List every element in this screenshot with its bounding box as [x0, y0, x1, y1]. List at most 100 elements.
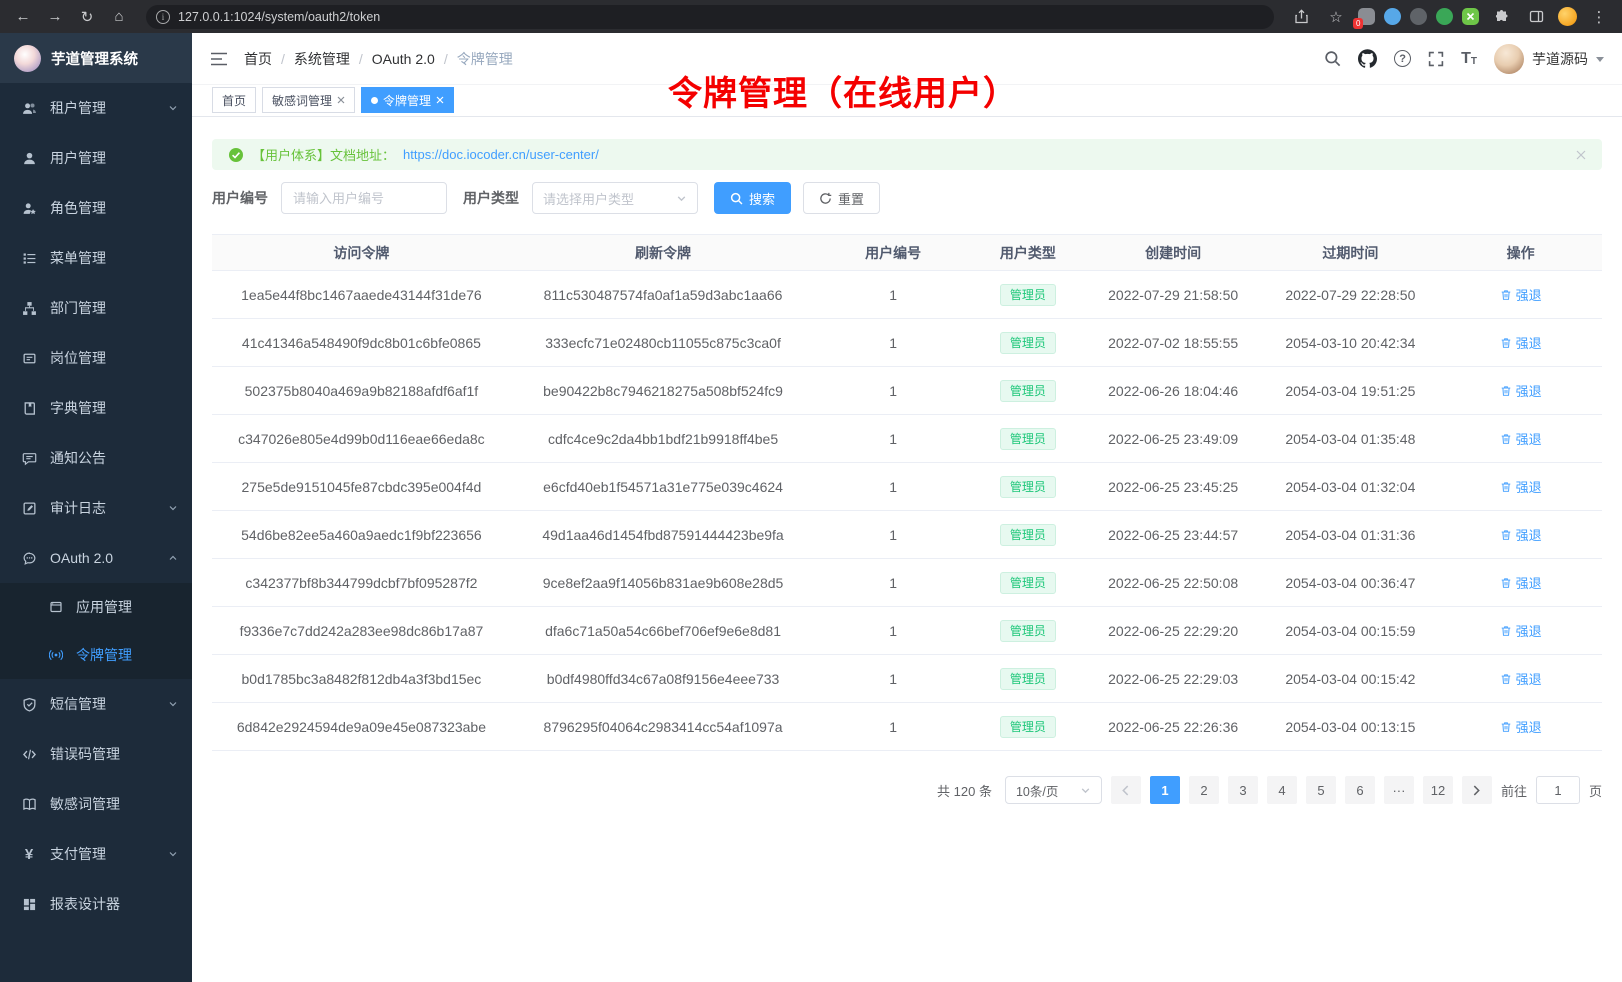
- search-button[interactable]: 搜索: [714, 182, 791, 214]
- extension-icon-3[interactable]: [1410, 8, 1427, 25]
- force-logout-label: 强退: [1516, 573, 1542, 592]
- address-bar[interactable]: i 127.0.0.1:1024/system/oauth2/token: [146, 5, 1274, 29]
- github-icon[interactable]: [1358, 49, 1377, 68]
- doc-alert: 【用户体系】文档地址： https://doc.iocoder.cn/user-…: [212, 139, 1602, 170]
- sidebar-item-oauth-token[interactable]: 令牌管理: [0, 631, 192, 679]
- user-type-select[interactable]: 请选择用户类型: [532, 182, 698, 214]
- extension-icon-4[interactable]: [1436, 8, 1453, 25]
- page-button-3[interactable]: 3: [1228, 776, 1258, 804]
- user-type-label: 用户类型: [463, 188, 519, 208]
- browser-reload-icon[interactable]: ↻: [74, 5, 100, 29]
- chevron-down-icon: [1080, 785, 1091, 796]
- alert-text: 【用户体系】文档地址：: [252, 145, 395, 164]
- user-type-badge: 管理员: [1000, 332, 1056, 354]
- side-panel-icon[interactable]: [1523, 5, 1549, 29]
- sidebar-item-menu[interactable]: 菜单管理: [0, 233, 192, 283]
- extension-icon-2[interactable]: [1384, 8, 1401, 25]
- user-icon: [21, 150, 37, 166]
- sidebar-item-sms[interactable]: 短信管理: [0, 679, 192, 729]
- help-icon[interactable]: ?: [1394, 50, 1411, 67]
- user-menu[interactable]: 芋道源码: [1494, 44, 1604, 74]
- force-logout-button[interactable]: 强退: [1500, 285, 1542, 304]
- goto-page-input[interactable]: [1536, 776, 1580, 804]
- force-logout-button[interactable]: 强退: [1500, 333, 1542, 352]
- force-logout-label: 强退: [1516, 717, 1542, 736]
- reset-button-label: 重置: [838, 189, 864, 208]
- page-button-2[interactable]: 2: [1189, 776, 1219, 804]
- refresh-token-cell: e6cfd40eb1f54571a31e775e039c4624: [511, 479, 815, 495]
- refresh-token-cell: 333ecfc71e02480cb11055c875c3ca0f: [511, 335, 815, 351]
- sidebar-item-label: 应用管理: [76, 597, 178, 617]
- sidebar-item-user[interactable]: 用户管理: [0, 133, 192, 183]
- browser-forward-icon[interactable]: →: [42, 5, 68, 29]
- force-logout-button[interactable]: 强退: [1500, 621, 1542, 640]
- page-button-4[interactable]: 4: [1267, 776, 1297, 804]
- share-icon[interactable]: [1288, 5, 1314, 29]
- reset-button[interactable]: 重置: [803, 182, 880, 214]
- fullscreen-icon[interactable]: [1428, 51, 1444, 67]
- extension-icon-1[interactable]: 0: [1358, 8, 1375, 25]
- search-icon[interactable]: [1324, 50, 1341, 67]
- sidebar-item-label: 部门管理: [50, 298, 178, 318]
- force-logout-button[interactable]: 强退: [1500, 717, 1542, 736]
- sidebar-item-notice[interactable]: 通知公告: [0, 433, 192, 483]
- page-ellipsis[interactable]: ···: [1384, 776, 1414, 804]
- next-page-button[interactable]: [1462, 776, 1492, 804]
- force-logout-button[interactable]: 强退: [1500, 381, 1542, 400]
- close-icon[interactable]: [337, 96, 345, 104]
- breadcrumb: 首页 / 系统管理 / OAuth 2.0 / 令牌管理: [244, 49, 513, 69]
- page-size-select[interactable]: 10条/页: [1005, 776, 1102, 804]
- font-size-icon[interactable]: TT: [1461, 51, 1477, 67]
- sidebar-item-oauth2[interactable]: OAuth 2.0: [0, 533, 192, 583]
- action-cell: 强退: [1439, 573, 1602, 592]
- prev-page-button[interactable]: [1111, 776, 1141, 804]
- sidebar-item-dept[interactable]: 部门管理: [0, 283, 192, 333]
- force-logout-label: 强退: [1516, 621, 1542, 640]
- alert-close-icon[interactable]: [1576, 150, 1586, 160]
- user-type-cell: 管理员: [971, 380, 1085, 402]
- browser-home-icon[interactable]: ⌂: [106, 5, 132, 29]
- page-button-6[interactable]: 6: [1345, 776, 1375, 804]
- sidebar-item-oauth-app[interactable]: 应用管理: [0, 583, 192, 631]
- browser-menu-icon[interactable]: ⋮: [1586, 5, 1612, 29]
- sidebar-item-role[interactable]: 角色管理: [0, 183, 192, 233]
- browser-back-icon[interactable]: ←: [10, 5, 36, 29]
- sidebar-item-post[interactable]: 岗位管理: [0, 333, 192, 383]
- app-logo[interactable]: 芋道管理系统: [0, 33, 192, 83]
- pagination-total: 共 120 条: [937, 781, 992, 800]
- active-dot: [371, 97, 378, 104]
- extension-icon-5[interactable]: [1462, 8, 1479, 25]
- created-time-cell: 2022-07-29 21:58:50: [1085, 287, 1262, 303]
- force-logout-button[interactable]: 强退: [1500, 429, 1542, 448]
- browser-profile-avatar[interactable]: [1558, 7, 1577, 26]
- created-time-cell: 2022-06-25 22:29:20: [1085, 623, 1262, 639]
- close-icon[interactable]: [436, 96, 444, 104]
- tab-token[interactable]: 令牌管理: [361, 87, 454, 113]
- force-logout-button[interactable]: 强退: [1500, 477, 1542, 496]
- force-logout-button[interactable]: 强退: [1500, 573, 1542, 592]
- sidebar-item-sensitive-word[interactable]: 敏感词管理: [0, 779, 192, 829]
- sidebar-item-payment[interactable]: ¥ 支付管理: [0, 829, 192, 879]
- refresh-token-cell: be90422b8c7946218275a508bf524fc9: [511, 383, 815, 399]
- annotation-text: 令牌管理（在线用户）: [668, 66, 1018, 115]
- sidebar-item-dict[interactable]: 字典管理: [0, 383, 192, 433]
- table-row: c347026e805e4d99b0d116eae66eda8c cdfc4ce…: [212, 415, 1602, 463]
- bookmark-star-icon[interactable]: ☆: [1323, 5, 1349, 29]
- page-button-5[interactable]: 5: [1306, 776, 1336, 804]
- sidebar-collapse-icon[interactable]: [210, 51, 228, 67]
- site-info-icon[interactable]: i: [156, 10, 170, 24]
- sidebar-item-report-designer[interactable]: 报表设计器: [0, 879, 192, 929]
- sidebar-item-audit-log[interactable]: 审计日志: [0, 483, 192, 533]
- extensions-puzzle-icon[interactable]: [1488, 5, 1514, 29]
- doc-link[interactable]: https://doc.iocoder.cn/user-center/: [403, 147, 599, 162]
- sidebar-item-tenant[interactable]: 租户管理: [0, 83, 192, 133]
- tab-home[interactable]: 首页: [212, 87, 256, 113]
- sidebar-item-error-code[interactable]: 错误码管理: [0, 729, 192, 779]
- force-logout-button[interactable]: 强退: [1500, 669, 1542, 688]
- force-logout-button[interactable]: 强退: [1500, 525, 1542, 544]
- page-button-12[interactable]: 12: [1423, 776, 1453, 804]
- page-button-1[interactable]: 1: [1150, 776, 1180, 804]
- user-id-input[interactable]: [281, 182, 447, 214]
- breadcrumb-home[interactable]: 首页: [244, 49, 272, 69]
- tab-sensitive-word[interactable]: 敏感词管理: [262, 87, 355, 113]
